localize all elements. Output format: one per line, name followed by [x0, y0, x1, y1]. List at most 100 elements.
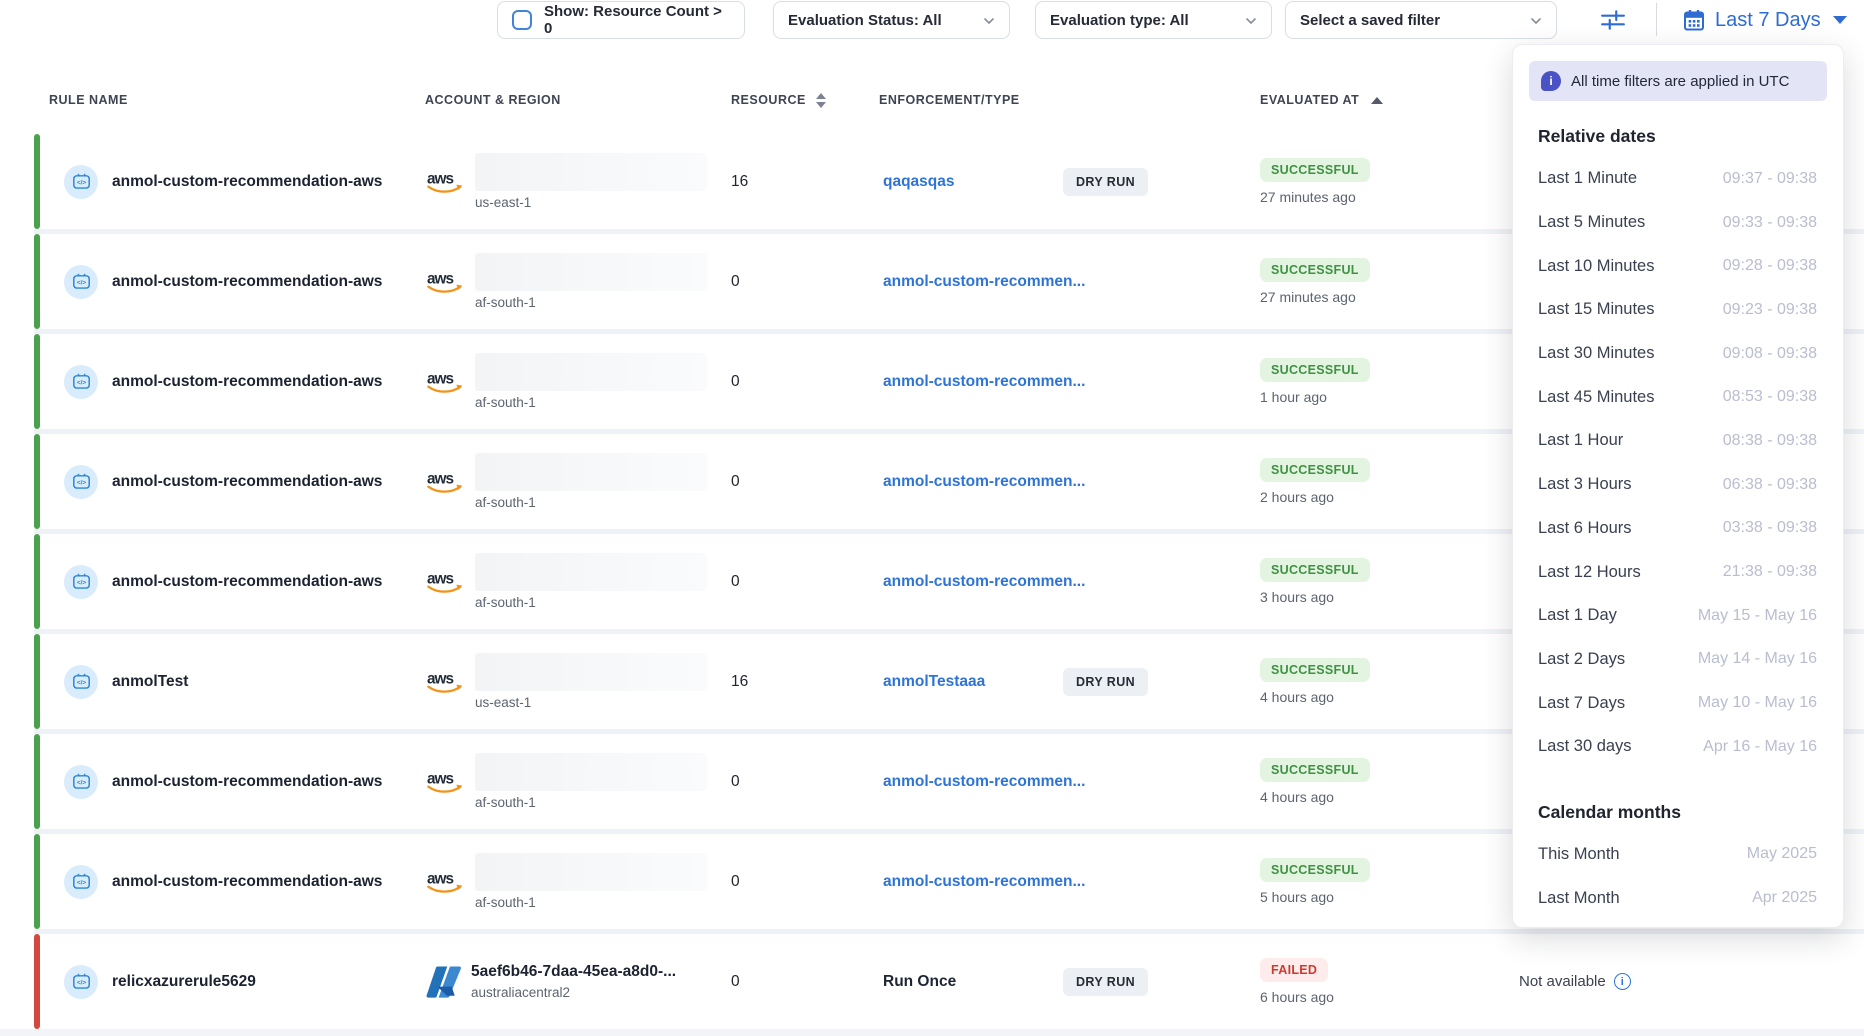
date-option-range: May 15 - May 16 — [1698, 607, 1817, 625]
evaluations-page: Show: Resource Count > 0 Evaluation Stat… — [0, 0, 1864, 1036]
date-option-last-45-minutes[interactable]: Last 45 Minutes 08:53 - 09:38 — [1513, 375, 1843, 419]
account-region: af-south-1 — [475, 895, 707, 910]
enforcement-link[interactable]: anmol-custom-recommen... — [883, 773, 1085, 791]
saved-filter-placeholder: Select a saved filter — [1300, 12, 1440, 29]
resource-count: 0 — [731, 473, 879, 491]
account-name-skeleton — [475, 453, 707, 491]
account-region: us-east-1 — [475, 695, 707, 710]
rule-icon-circle: </> — [64, 865, 98, 899]
aws-logo: aws — [425, 567, 465, 597]
rule-icon: </> — [71, 171, 92, 192]
evaluated-at-sort-asc-icon[interactable] — [1371, 97, 1383, 104]
enforcement-link[interactable]: anmol-custom-recommen... — [883, 873, 1085, 891]
rule-name: relicxazurerule5629 — [112, 973, 256, 991]
info-icon[interactable]: i — [1614, 973, 1631, 990]
date-option-range: May 2025 — [1747, 845, 1817, 863]
utc-banner: i All time filters are applied in UTC — [1529, 61, 1827, 101]
date-option-last-30-days[interactable]: Last 30 days Apr 16 - May 16 — [1513, 725, 1843, 769]
date-option-last-3-hours[interactable]: Last 3 Hours 06:38 - 09:38 — [1513, 463, 1843, 507]
next-evaluation-text: Not available — [1519, 973, 1606, 990]
date-option-range: May 10 - May 16 — [1698, 694, 1817, 712]
resource-count: 0 — [731, 573, 879, 591]
resource-count: 0 — [731, 773, 879, 791]
relative-dates-heading: Relative dates — [1538, 121, 1818, 151]
rule-icon: </> — [71, 471, 92, 492]
evaluated-time: 27 minutes ago — [1260, 289, 1515, 305]
resource-sort-button[interactable] — [816, 93, 826, 108]
status-badge: SUCCESSFUL — [1260, 158, 1370, 182]
account-name-skeleton — [475, 653, 707, 691]
rule-icon-circle: </> — [64, 165, 98, 199]
rule-name: anmol-custom-recommendation-aws — [112, 373, 382, 391]
date-option-last-30-minutes[interactable]: Last 30 Minutes 09:08 - 09:38 — [1513, 332, 1843, 376]
date-option-range: May 14 - May 16 — [1698, 650, 1817, 668]
enforcement-link[interactable]: anmol-custom-recommen... — [883, 473, 1085, 491]
rule-icon: </> — [71, 771, 92, 792]
table-bottom-strip — [0, 1029, 1864, 1036]
filter-settings-button[interactable] — [1590, 4, 1636, 36]
status-badge: SUCCESSFUL — [1260, 358, 1370, 382]
date-option-this-month[interactable]: This Month May 2025 — [1513, 833, 1843, 877]
svg-text:</>: </> — [76, 980, 86, 987]
row-status-accent — [34, 534, 40, 629]
topbar-divider — [1656, 3, 1657, 36]
evaluation-type-badge: DRY RUN — [1063, 168, 1148, 196]
date-option-last-5-minutes[interactable]: Last 5 Minutes 09:33 - 09:38 — [1513, 201, 1843, 245]
header-rule-name: RULE NAME — [34, 93, 425, 107]
header-evaluated-at: EVALUATED AT — [1260, 93, 1515, 107]
rule-icon-circle: </> — [64, 765, 98, 799]
date-option-last-1-hour[interactable]: Last 1 Hour 08:38 - 09:38 — [1513, 419, 1843, 463]
evaluation-status-select[interactable]: Evaluation Status: All — [773, 1, 1010, 39]
svg-text:aws: aws — [427, 470, 453, 487]
show-resource-count-checkbox[interactable] — [512, 10, 532, 30]
aws-logo: aws — [425, 167, 465, 197]
evaluation-type-select[interactable]: Evaluation type: All — [1035, 1, 1272, 39]
row-status-accent — [34, 334, 40, 429]
table-row[interactable]: </> relicxazurerule5629 5aef6b46-7daa-45… — [34, 934, 1864, 1029]
account-name-skeleton — [475, 753, 707, 791]
date-option-label: Last 1 Minute — [1538, 169, 1637, 188]
status-badge: SUCCESSFUL — [1260, 658, 1370, 682]
date-option-label: Last Month — [1538, 889, 1620, 908]
aws-logo: aws — [425, 767, 465, 797]
rule-name: anmol-custom-recommendation-aws — [112, 773, 382, 791]
date-range-button[interactable]: Last 7 Days — [1682, 4, 1847, 36]
date-option-last-1-day[interactable]: Last 1 Day May 15 - May 16 — [1513, 594, 1843, 638]
account-region: australiacentral2 — [471, 985, 676, 1000]
evaluated-time: 4 hours ago — [1260, 789, 1515, 805]
date-option-label: Last 2 Days — [1538, 650, 1625, 669]
header-resource: RESOURCE — [731, 93, 879, 108]
svg-text:aws: aws — [427, 670, 453, 687]
row-status-accent — [34, 834, 40, 929]
resource-count: 0 — [731, 273, 879, 291]
rule-icon-circle: </> — [64, 365, 98, 399]
svg-text:</>: </> — [76, 680, 86, 687]
date-option-label: Last 1 Hour — [1538, 431, 1623, 450]
date-option-last-month[interactable]: Last Month Apr 2025 — [1513, 876, 1843, 920]
enforcement-link[interactable]: anmol-custom-recommen... — [883, 573, 1085, 591]
enforcement-link[interactable]: qaqasqas — [883, 173, 1063, 191]
date-option-last-10-minutes[interactable]: Last 10 Minutes 09:28 - 09:38 — [1513, 244, 1843, 288]
rule-icon-circle: </> — [64, 565, 98, 599]
date-option-last-7-days[interactable]: Last 7 Days May 10 - May 16 — [1513, 681, 1843, 725]
date-option-label: Last 30 days — [1538, 737, 1632, 756]
date-option-label: Last 12 Hours — [1538, 563, 1641, 582]
date-option-last-12-hours[interactable]: Last 12 Hours 21:38 - 09:38 — [1513, 550, 1843, 594]
enforcement-link[interactable]: anmol-custom-recommen... — [883, 273, 1085, 291]
rule-name: anmolTest — [112, 673, 188, 691]
saved-filter-select[interactable]: Select a saved filter — [1285, 1, 1557, 39]
evaluated-time: 1 hour ago — [1260, 389, 1515, 405]
date-option-last-15-minutes[interactable]: Last 15 Minutes 09:23 - 09:38 — [1513, 288, 1843, 332]
enforcement-link[interactable]: anmolTestaaa — [883, 673, 1063, 691]
status-badge: SUCCESSFUL — [1260, 858, 1370, 882]
date-option-last-1-minute[interactable]: Last 1 Minute 09:37 - 09:38 — [1513, 157, 1843, 201]
svg-text:aws: aws — [427, 170, 453, 187]
rule-name: anmol-custom-recommendation-aws — [112, 873, 382, 891]
sliders-icon — [1600, 7, 1626, 33]
date-option-last-6-hours[interactable]: Last 6 Hours 03:38 - 09:38 — [1513, 507, 1843, 551]
svg-text:aws: aws — [427, 870, 453, 887]
show-resource-count-filter[interactable]: Show: Resource Count > 0 — [497, 1, 745, 39]
enforcement-link[interactable]: anmol-custom-recommen... — [883, 373, 1085, 391]
date-option-range: 09:08 - 09:38 — [1723, 345, 1817, 363]
date-option-last-2-days[interactable]: Last 2 Days May 14 - May 16 — [1513, 638, 1843, 682]
